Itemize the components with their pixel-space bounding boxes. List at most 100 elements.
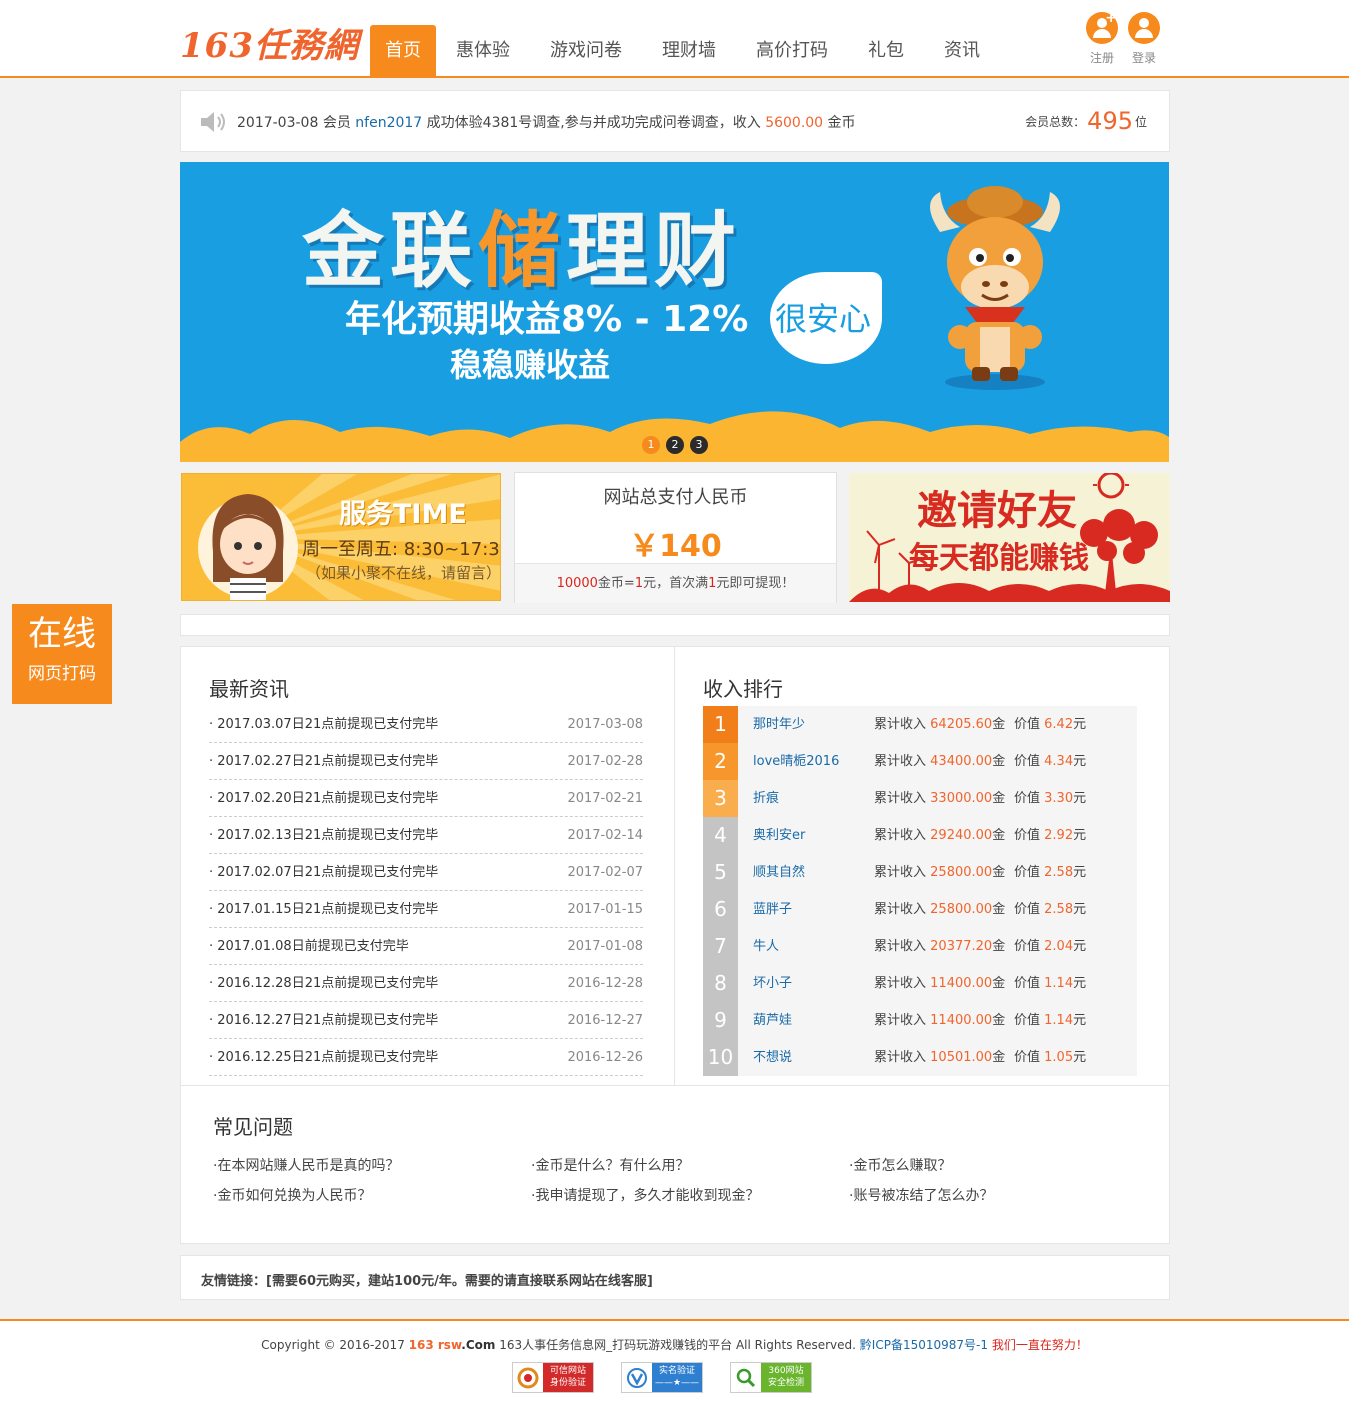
nav-experience[interactable]: 惠体验 [436, 25, 530, 78]
faq-item[interactable]: ·金币是什么？有什么用？ [531, 1155, 849, 1174]
rank-value: 价值 1.14元 [1014, 976, 1087, 991]
carousel-dot-3[interactable]: 3 [690, 436, 708, 454]
carousel-dot-1[interactable]: 1 [642, 436, 660, 454]
news-item[interactable]: · 2017.02.07日21点前提现已支付完毕 2017-02-07 [209, 854, 643, 891]
news-item-title: · 2017.01.15日21点前提现已支付完毕 [209, 902, 439, 917]
news-item[interactable]: · 2017.02.13日21点前提现已支付完毕 2017-02-14 [209, 817, 643, 854]
login-label: 登录 [1131, 51, 1156, 65]
rank-income: 累计收入 11400.00金 [874, 1013, 1006, 1028]
friend-links-bar: 友情链接：[需要60元购买，建站100元/年。需要的请直接联系网站在线客服] [180, 1255, 1170, 1300]
online-captcha-float-button[interactable]: 在线 网页打码 [12, 604, 112, 704]
payment-exchange-note: 10000金币=1元，首次满1元即可提现！ [515, 563, 836, 603]
notice-user[interactable]: nfen2017 [355, 115, 422, 131]
rank-username[interactable]: 顺其自然 [753, 854, 805, 891]
news-item[interactable]: · 2016.12.28日21点前提现已支付完毕 2016-12-28 [209, 965, 643, 1002]
faq-item[interactable]: ·账号被冻结了怎么办？ [849, 1185, 1149, 1204]
rank-username[interactable]: 那时年少 [753, 706, 805, 743]
footer-brand-a: 163 rsw [408, 1338, 462, 1352]
payment-amount: ￥140 [629, 529, 722, 564]
rank-value: 价值 3.30元 [1014, 791, 1087, 806]
rank-username[interactable]: 折痕 [753, 780, 779, 817]
rank-username[interactable]: 蓝胖子 [753, 891, 792, 928]
invite-friends-card[interactable]: 邀请好友 每天都能赚钱 [849, 473, 1170, 602]
member-count-label: 会员总数： [1025, 115, 1086, 129]
nav-news[interactable]: 资讯 [924, 25, 1000, 78]
faq-item[interactable]: ·金币怎么赚取？ [849, 1155, 1149, 1174]
rank-row: 2 love晴栀2016 累计收入 43400.00金 价值 4.34元 [703, 743, 1137, 780]
payment-title: 网站总支付人民币 [603, 487, 748, 508]
magnifier-icon [731, 1363, 761, 1392]
service-title: 服务TIME [339, 499, 467, 530]
news-item-date: 2016-12-27 [567, 1013, 643, 1028]
total-payment-card: 网站总支付人民币 ￥140 10000金币=1元，首次满1元即可提现！ [514, 472, 837, 603]
news-item[interactable]: · 2017.01.08日前提现已支付完毕 2017-01-08 [209, 928, 643, 965]
rank-username[interactable]: 葫芦娃 [753, 1002, 792, 1039]
nav-captcha[interactable]: 高价打码 [736, 25, 848, 78]
customer-service-avatar [198, 494, 298, 600]
rank-list: 1 那时年少 累计收入 64205.60金 价值 6.42元 2 love晴栀2016 累计… [703, 706, 1137, 1076]
rank-username[interactable]: love晴栀2016 [753, 743, 839, 780]
news-item[interactable]: · 2017.02.27日21点前提现已支付完毕 2017-02-28 [209, 743, 643, 780]
rank-value: 价值 6.42元 [1014, 717, 1087, 732]
news-item[interactable]: · 2016.12.27日21点前提现已支付完毕 2016-12-27 [209, 1002, 643, 1039]
news-item-title: · 2017.01.08日前提现已支付完毕 [209, 939, 409, 954]
invite-subtitle: 每天都能赚钱 [909, 541, 1089, 576]
news-item-date: 2016-12-26 [567, 1050, 643, 1065]
news-item[interactable]: · 2017.02.20日21点前提现已支付完毕 2017-02-21 [209, 780, 643, 817]
bubble-text: 很安心 [775, 300, 872, 338]
rank-number: 9 [703, 1002, 738, 1039]
register-label: 注册 [1089, 51, 1114, 65]
rank-income: 累计收入 33000.00金 [874, 791, 1006, 806]
rank-username[interactable]: 不想说 [753, 1039, 792, 1076]
login-button[interactable]: 登录 [1127, 12, 1161, 66]
carousel-dot-2[interactable]: 2 [666, 436, 684, 454]
float-online-subtitle: 网页打码 [28, 664, 96, 684]
rank-value: 价值 1.14元 [1014, 1013, 1087, 1028]
rank-income: 累计收入 10501.00金 [874, 1050, 1006, 1065]
nav-home[interactable]: 首页 [370, 25, 436, 78]
rank-username[interactable]: 奥利安er [753, 817, 805, 854]
notice-member-prefix: 会员 [322, 115, 351, 131]
faq-item[interactable]: ·我申请提现了，多久才能收到现金？ [531, 1185, 849, 1204]
rank-income: 累计收入 20377.20金 [874, 939, 1006, 954]
carousel-dots: 1 2 3 [642, 436, 708, 454]
news-item-date: 2017-01-08 [567, 939, 643, 954]
rank-row: 8 坏小子 累计收入 11400.00金 价值 1.14元 [703, 965, 1137, 1002]
rank-number: 6 [703, 891, 738, 928]
float-online-title: 在线 [28, 614, 96, 654]
trusted-site-badge[interactable]: 可信网站 身份验证 [512, 1362, 594, 1393]
rank-value: 价值 1.05元 [1014, 1050, 1087, 1065]
nav-finance-wall[interactable]: 理财墙 [642, 25, 736, 78]
rank-value: 价值 2.92元 [1014, 828, 1087, 843]
nav-game-survey[interactable]: 游戏问卷 [530, 25, 642, 78]
rank-income: 累计收入 11400.00金 [874, 976, 1006, 991]
rank-row: 9 葫芦娃 累计收入 11400.00金 价值 1.14元 [703, 1002, 1137, 1039]
news-title: 最新资讯 [209, 677, 289, 701]
rank-number: 10 [703, 1039, 738, 1076]
icp-link[interactable]: 黔ICP备15010987号-1 [860, 1338, 988, 1352]
nav-gifts[interactable]: 礼包 [848, 25, 924, 78]
site-logo[interactable]: 163任務網 [180, 18, 359, 67]
news-item[interactable]: · 2017.03.07日21点前提现已支付完毕 2017-03-08 [209, 706, 643, 743]
rank-row: 6 蓝胖子 累计收入 25800.00金 价值 2.58元 [703, 891, 1137, 928]
hero-banner[interactable]: 金联储理财 年化预期收益8% - 12% 稳稳赚收益 很安心 1 2 3 [180, 162, 1169, 462]
faq-item[interactable]: ·金币如何兑换为人民币？ [213, 1185, 531, 1204]
rank-row: 10 不想说 累计收入 10501.00金 价值 1.05元 [703, 1039, 1137, 1076]
main-nav: 首页 惠体验 游戏问卷 理财墙 高价打码 礼包 资讯 [370, 25, 1000, 78]
copyright-line: Copyright © 2016-2017 163 rsw.Com 163人事任… [0, 1336, 1349, 1353]
notice-action: 成功体验4381号调查,参与并成功完成问卷调查，收入 [426, 115, 761, 131]
rank-row: 7 牛人 累计收入 20377.20金 价值 2.04元 [703, 928, 1137, 965]
real-name-badge[interactable]: 实名验证 ——★—— [621, 1362, 703, 1393]
faq-title: 常见问题 [213, 1115, 293, 1139]
register-button[interactable]: + 注册 [1085, 11, 1119, 66]
exchange-text-1: 金币= [597, 576, 635, 591]
rank-username[interactable]: 坏小子 [753, 965, 792, 1002]
footer-brand-b: .Com [461, 1338, 496, 1352]
security-check-badge[interactable]: 360网站 安全检测 [730, 1362, 812, 1393]
service-time-card[interactable]: 服务TIME 周一至周五: 8:30~17:30 （如果小聚不在线，请留言） [181, 473, 501, 601]
faq-item[interactable]: ·在本网站赚人民币是真的吗？ [213, 1155, 531, 1174]
rank-row: 4 奥利安er 累计收入 29240.00金 价值 2.92元 [703, 817, 1137, 854]
news-item[interactable]: · 2017.01.15日21点前提现已支付完毕 2017-01-15 [209, 891, 643, 928]
news-item[interactable]: · 2016.12.25日21点前提现已支付完毕 2016-12-26 [209, 1039, 643, 1076]
rank-username[interactable]: 牛人 [753, 928, 779, 965]
